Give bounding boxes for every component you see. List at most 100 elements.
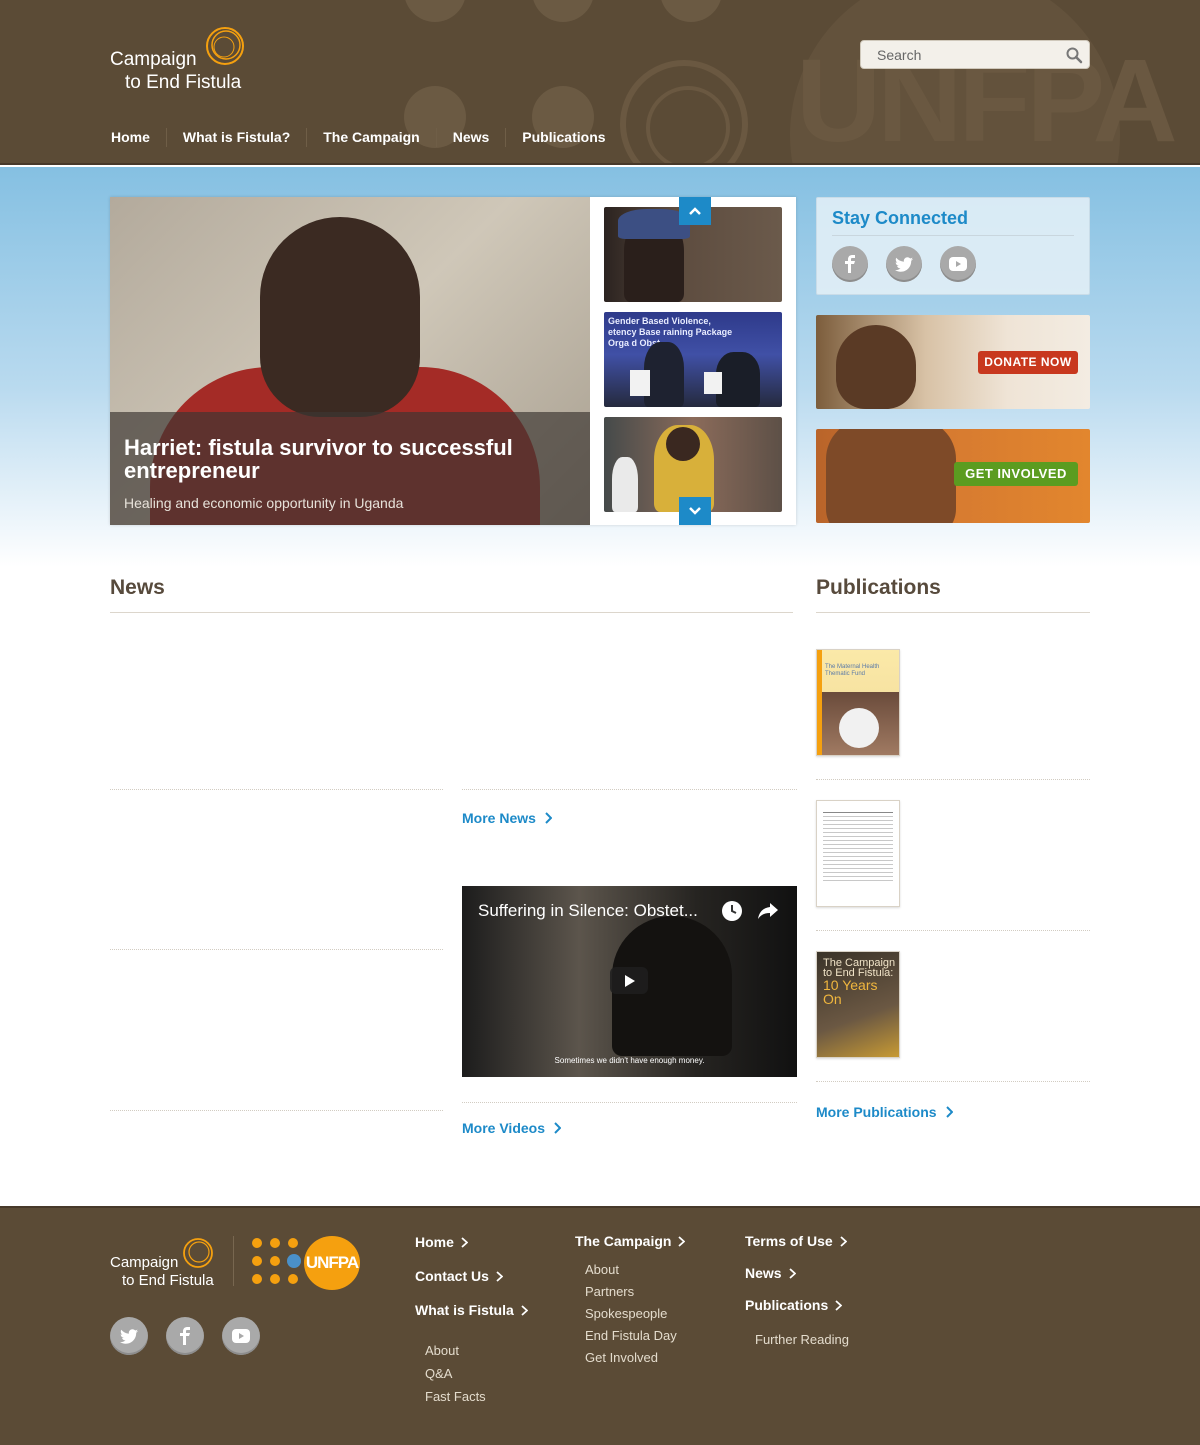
youtube-icon[interactable] xyxy=(222,1317,260,1355)
donate-promo[interactable]: DONATE NOW xyxy=(816,315,1090,409)
donate-promo-photo xyxy=(836,325,916,409)
footer-link-label: Home xyxy=(415,1234,454,1250)
footer-sublink-qa[interactable]: Q&A xyxy=(425,1362,528,1385)
publications-section-title: Publications xyxy=(816,576,941,599)
site-footer: Campaign to End Fistula UNFPA Home Conta… xyxy=(0,1206,1200,1445)
nav-news[interactable]: News xyxy=(435,128,506,147)
stay-connected-title: Stay Connected xyxy=(832,208,1074,236)
stay-connected-panel: Stay Connected xyxy=(816,197,1090,295)
main-slide[interactable]: Harriet: fistula survivor to successful … xyxy=(110,197,590,525)
footer-link-publications[interactable]: Publications xyxy=(745,1297,849,1313)
get-involved-button[interactable]: GET INVOLVED xyxy=(954,462,1078,486)
slide-caption: Harriet: fistula survivor to successful … xyxy=(110,412,590,525)
footer-sublink-get-involved[interactable]: Get Involved xyxy=(585,1347,685,1369)
more-publications-link[interactable]: More Publications xyxy=(816,1104,953,1120)
footer-sublink-end-fistula-day[interactable]: End Fistula Day xyxy=(585,1325,685,1347)
publication-cover[interactable]: The Maternal Health Thematic Fund xyxy=(816,649,900,756)
publication-document-lines xyxy=(817,801,899,881)
get-involved-promo-photo xyxy=(826,429,956,523)
publications-title-rule xyxy=(816,612,1090,613)
footer-logo-line-1: Campaign xyxy=(110,1254,179,1271)
search-icon[interactable] xyxy=(1065,46,1083,64)
publication-cover-title: The Campaign to End Fistula: 10 Years On xyxy=(823,957,899,1007)
get-involved-promo[interactable]: GET INVOLVED xyxy=(816,429,1090,523)
footer-link-what-is-fistula[interactable]: What is Fistula xyxy=(415,1302,528,1318)
footer-sublink-partners[interactable]: Partners xyxy=(585,1281,685,1303)
search-box xyxy=(860,40,1090,69)
footer-column-3: Terms of Use News Publications Further R… xyxy=(745,1233,849,1347)
nav-home[interactable]: Home xyxy=(110,128,166,147)
twitter-icon[interactable] xyxy=(886,246,922,282)
footer-link-home[interactable]: Home xyxy=(415,1234,528,1250)
nav-the-campaign[interactable]: The Campaign xyxy=(306,128,435,147)
publication-divider xyxy=(816,930,1090,931)
slide-photo-person xyxy=(260,217,420,417)
news-divider xyxy=(110,1110,443,1111)
thumb-banner-text: raining Package xyxy=(663,327,733,337)
video-title[interactable]: Suffering in Silence: Obstet... xyxy=(478,901,698,921)
footer-logo-line-2: to End Fistula xyxy=(122,1272,214,1289)
chevron-right-icon xyxy=(945,1106,953,1118)
cover-title-line: The Campaign to End Fistula: xyxy=(823,957,896,979)
footer-sublink-fast-facts[interactable]: Fast Facts xyxy=(425,1385,528,1408)
news-divider xyxy=(462,789,797,790)
footer-link-label: Terms of Use xyxy=(745,1233,833,1249)
slider-down-button[interactable] xyxy=(679,497,711,525)
footer-column-1: Home Contact Us What is Fistula About Q&… xyxy=(415,1234,528,1408)
logo-line-2: to End Fistula xyxy=(125,72,242,93)
facebook-icon[interactable] xyxy=(832,246,868,282)
publication-cover-title: The Maternal Health Thematic Fund xyxy=(825,664,880,677)
footer-link-label: News xyxy=(745,1265,782,1281)
footer-link-label: What is Fistula xyxy=(415,1302,514,1318)
footer-sublink-further-reading[interactable]: Further Reading xyxy=(755,1332,849,1347)
more-news-label: More News xyxy=(462,810,536,826)
footer-link-terms-of-use[interactable]: Terms of Use xyxy=(745,1233,849,1249)
chevron-right-icon xyxy=(461,1236,468,1248)
footer-sublink-about[interactable]: About xyxy=(425,1339,528,1362)
footer-social-links xyxy=(110,1317,260,1355)
news-title-rule xyxy=(110,612,793,613)
nav-publications[interactable]: Publications xyxy=(505,128,621,147)
play-icon[interactable] xyxy=(610,967,648,994)
facebook-icon[interactable] xyxy=(166,1317,204,1355)
cover-title-line: 10 Years On xyxy=(823,977,878,1007)
news-divider xyxy=(110,949,443,950)
slider-up-button[interactable] xyxy=(679,197,711,225)
site-logo[interactable]: Campaign to End Fistula xyxy=(110,24,250,94)
more-videos-label: More Videos xyxy=(462,1120,545,1136)
footer-link-news[interactable]: News xyxy=(745,1265,849,1281)
more-news-link[interactable]: More News xyxy=(462,810,552,826)
footer-sublink-spokespeople[interactable]: Spokespeople xyxy=(585,1303,685,1325)
footer-link-label: Publications xyxy=(745,1297,829,1313)
footer-logo[interactable]: Campaign to End Fistula xyxy=(110,1236,220,1296)
footer-link-label: Contact Us xyxy=(415,1268,489,1284)
slide-title[interactable]: Harriet: fistula survivor to successful … xyxy=(124,436,576,482)
footer-sublink-about[interactable]: About xyxy=(585,1259,685,1281)
un-emblem-watermark xyxy=(620,60,748,163)
search-input[interactable] xyxy=(861,41,1061,68)
footer-link-the-campaign[interactable]: The Campaign xyxy=(575,1233,686,1249)
share-icon[interactable] xyxy=(757,901,779,921)
video-player[interactable]: Suffering in Silence: Obstet... Sometime… xyxy=(462,886,797,1077)
chevron-right-icon xyxy=(521,1304,528,1316)
footer-link-contact-us[interactable]: Contact Us xyxy=(415,1268,528,1284)
slide-thumbnail[interactable]: Gender Based Violence, etency Base raini… xyxy=(604,312,782,407)
unfpa-logo[interactable]: UNFPA xyxy=(252,1236,362,1290)
twitter-icon[interactable] xyxy=(110,1317,148,1355)
nav-what-is-fistula[interactable]: What is Fistula? xyxy=(165,128,306,147)
publication-cover[interactable] xyxy=(816,800,900,907)
donate-now-button[interactable]: DONATE NOW xyxy=(978,351,1078,374)
video-subtitle: Sometimes we didn't have enough money. xyxy=(554,1056,705,1065)
youtube-icon[interactable] xyxy=(940,246,976,282)
thumb-banner-text: Gender Based Violence, xyxy=(608,316,711,326)
slide-thumbnails: Gender Based Violence, etency Base raini… xyxy=(604,207,782,522)
watch-later-icon[interactable] xyxy=(721,900,743,922)
footer-link-label: The Campaign xyxy=(575,1233,672,1249)
chevron-right-icon xyxy=(840,1235,847,1247)
chevron-right-icon xyxy=(554,1122,561,1134)
chevron-up-icon xyxy=(689,207,701,215)
footer-column-2: The Campaign About Partners Spokespeople… xyxy=(575,1233,686,1369)
publication-cover[interactable]: The Campaign to End Fistula: 10 Years On xyxy=(816,951,900,1058)
more-videos-link[interactable]: More Videos xyxy=(462,1120,561,1136)
chevron-right-icon xyxy=(835,1299,843,1311)
